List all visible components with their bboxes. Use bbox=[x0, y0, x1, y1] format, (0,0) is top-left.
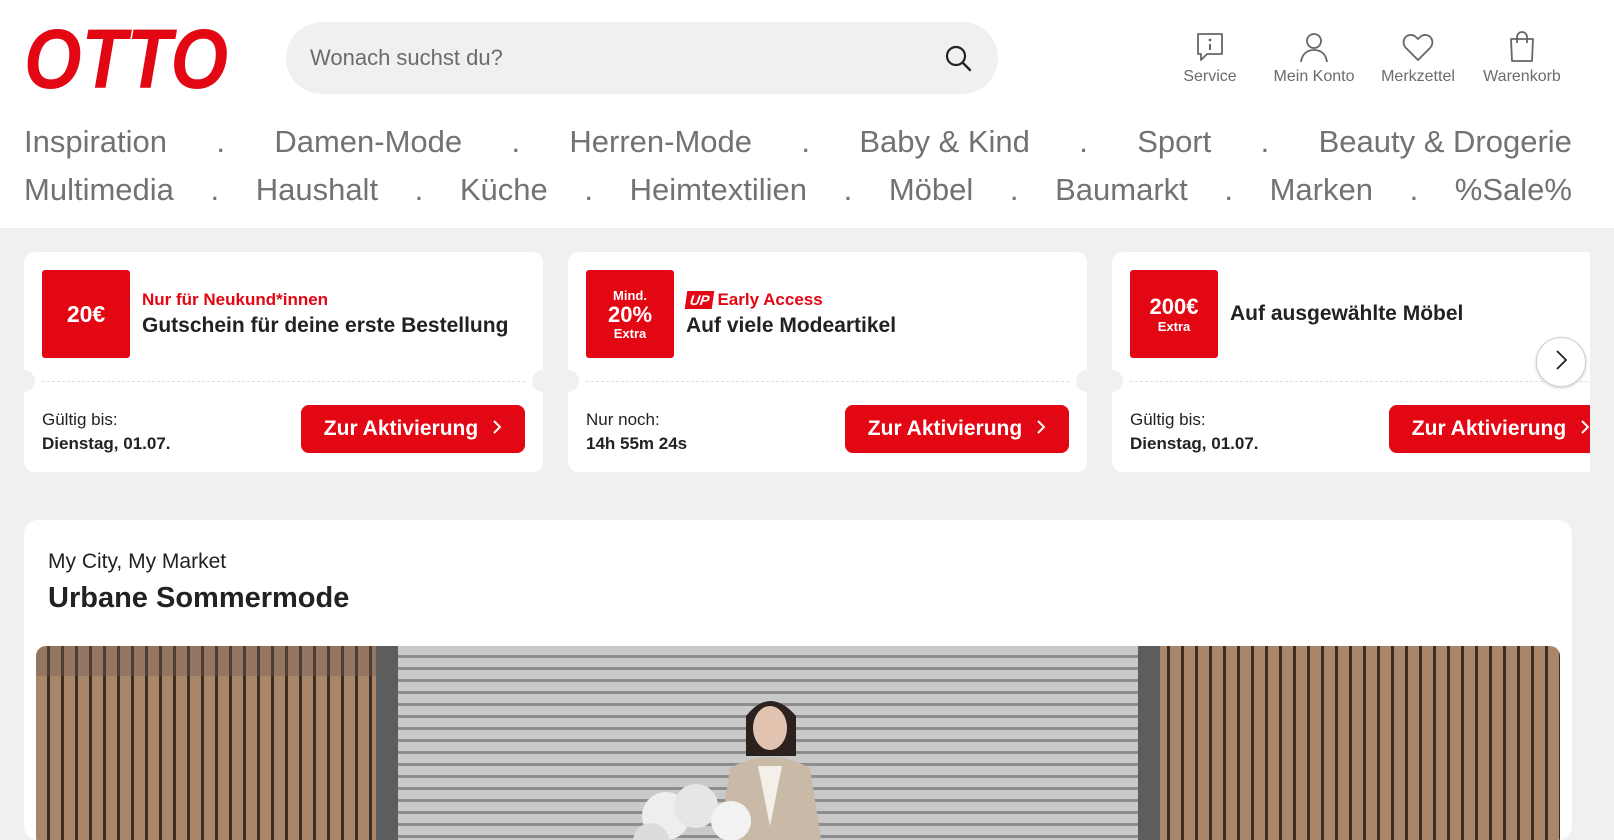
chevron-right-icon bbox=[1036, 417, 1046, 441]
coupon-notch bbox=[24, 370, 35, 392]
activate-coupon-button[interactable]: Zur Aktivierung bbox=[1389, 405, 1590, 453]
coupon-card-early-access: Mind. 20% Extra UP Early Access Auf viele… bbox=[557, 252, 1098, 472]
cart-button[interactable]: Warenkorb bbox=[1470, 30, 1574, 86]
coupon-divider bbox=[1130, 381, 1590, 382]
nav-separator: . bbox=[511, 124, 521, 159]
coupon-badge-value: 20% bbox=[607, 301, 653, 327]
nav-item-sport[interactable]: Sport bbox=[1137, 124, 1211, 160]
nav-separator: . bbox=[584, 172, 593, 207]
category-navigation: Inspiration . Damen-Mode . Herren-Mode .… bbox=[24, 118, 1572, 214]
otto-logo[interactable]: OTTO bbox=[22, 22, 234, 96]
search-input[interactable]: Wonach suchst du? bbox=[310, 45, 942, 71]
teaser-kicker: My City, My Market bbox=[48, 550, 227, 573]
account-label: Mein Konto bbox=[1273, 68, 1355, 85]
nav-separator: . bbox=[1224, 172, 1233, 207]
coupon-badge: 20€ bbox=[42, 270, 130, 358]
nav-item-kueche[interactable]: Küche bbox=[460, 172, 548, 208]
coupon-kicker-row: UP Early Access bbox=[684, 290, 823, 310]
nav-separator: . bbox=[1409, 172, 1419, 207]
coupon-kicker: Nur für Neukund*innen bbox=[142, 290, 329, 309]
coupon-card-neukunden: 20€ Nur für Neukund*innen Gutschein für … bbox=[24, 252, 554, 472]
user-icon bbox=[1297, 30, 1331, 64]
svg-text:OTTO: OTTO bbox=[24, 22, 228, 96]
nav-item-baumarkt[interactable]: Baumarkt bbox=[1055, 172, 1188, 208]
coupon-title: Auf viele Modeartikel bbox=[686, 314, 897, 337]
activate-coupon-button[interactable]: Zur Aktivierung bbox=[845, 405, 1069, 453]
nav-item-damen-mode[interactable]: Damen-Mode bbox=[274, 124, 462, 160]
activate-button-label: Zur Aktivierung bbox=[323, 417, 479, 440]
coupon-carousel: 20€ Nur für Neukund*innen Gutschein für … bbox=[24, 252, 1590, 472]
nav-item-herren-mode[interactable]: Herren-Mode bbox=[569, 124, 752, 160]
shopping-bag-icon bbox=[1505, 30, 1539, 64]
nav-item-inspiration[interactable]: Inspiration bbox=[24, 124, 167, 160]
coupon-badge: 200€ Extra bbox=[1130, 270, 1218, 358]
nav-separator: . bbox=[1009, 172, 1019, 207]
nav-item-sale[interactable]: %Sale% bbox=[1455, 172, 1572, 208]
coupon-notch bbox=[532, 370, 554, 392]
nav-item-haushalt[interactable]: Haushalt bbox=[256, 172, 378, 208]
coupon-divider bbox=[586, 381, 1069, 382]
activate-button-label: Zur Aktivierung bbox=[867, 417, 1023, 440]
heart-icon bbox=[1401, 30, 1435, 64]
site-header: OTTO Wonach suchst du? Service Mein Kont… bbox=[0, 0, 1614, 228]
coupon-valid-label: Gültig bis: bbox=[42, 410, 118, 429]
nav-row-1: Inspiration . Damen-Mode . Herren-Mode .… bbox=[24, 118, 1572, 166]
coupon-title: Gutschein für deine erste Bestellung bbox=[142, 314, 509, 337]
account-button[interactable]: Mein Konto bbox=[1262, 30, 1366, 86]
service-button[interactable]: Service bbox=[1158, 30, 1262, 86]
nav-item-heimtextilien[interactable]: Heimtextilien bbox=[630, 172, 807, 208]
teaser-card[interactable]: My City, My Market Urbane Sommermode bbox=[24, 520, 1572, 840]
teaser-image[interactable] bbox=[36, 646, 1560, 840]
coupon-notch bbox=[1076, 370, 1098, 392]
activate-coupon-button[interactable]: Zur Aktivierung bbox=[301, 405, 525, 453]
carousel-next-button[interactable] bbox=[1536, 337, 1586, 387]
coupon-badge-value: 200€ bbox=[1149, 293, 1199, 319]
nav-item-baby-kind[interactable]: Baby & Kind bbox=[859, 124, 1030, 160]
coupon-valid-label: Gültig bis: bbox=[1130, 410, 1206, 429]
wishlist-button[interactable]: Merkzettel bbox=[1366, 30, 1470, 86]
cart-label: Warenkorb bbox=[1483, 68, 1561, 85]
coupon-title: Auf ausgewählte Möbel bbox=[1230, 302, 1464, 325]
coupon-kicker: Early Access bbox=[717, 290, 823, 309]
nav-row-2: Multimedia . Haushalt . Küche . Heimtext… bbox=[24, 166, 1572, 214]
coupon-card-moebel: 200€ Extra Auf ausgewählte Möbel Gültig … bbox=[1101, 252, 1590, 472]
nav-separator: . bbox=[801, 124, 810, 159]
coupon-notch bbox=[1101, 370, 1123, 392]
service-info-icon bbox=[1193, 30, 1227, 64]
nav-separator: . bbox=[1079, 124, 1088, 159]
coupon-valid-value: Dienstag, 01.07. bbox=[42, 434, 171, 453]
nav-separator: . bbox=[216, 124, 225, 159]
coupon-badge: Mind. 20% Extra bbox=[586, 270, 674, 358]
coupon-badge-bottom: Extra bbox=[1157, 318, 1191, 334]
service-label: Service bbox=[1183, 68, 1237, 85]
teaser-headline: Urbane Sommermode bbox=[48, 582, 350, 614]
chevron-right-icon bbox=[492, 417, 502, 441]
coupon-countdown-label: Nur noch: bbox=[586, 410, 660, 429]
coupon-valid-value: Dienstag, 01.07. bbox=[1130, 434, 1259, 453]
nav-item-multimedia[interactable]: Multimedia bbox=[24, 172, 174, 208]
coupon-notch bbox=[557, 370, 579, 392]
otto-logo-graphic: OTTO bbox=[24, 22, 228, 96]
nav-separator: . bbox=[843, 172, 853, 207]
wishlist-label: Merkzettel bbox=[1381, 68, 1455, 85]
search-bar[interactable]: Wonach suchst du? bbox=[286, 22, 998, 94]
search-icon[interactable] bbox=[942, 42, 974, 74]
header-actions: Service Mein Konto Merkzettel Warenkorb bbox=[1158, 30, 1574, 86]
up-logo: UP bbox=[684, 291, 715, 309]
coupon-badge-value: 20€ bbox=[66, 300, 106, 327]
coupon-countdown-value: 14h 55m 24s bbox=[586, 434, 688, 453]
nav-item-beauty-drogerie[interactable]: Beauty & Drogerie bbox=[1319, 124, 1572, 160]
activate-button-label: Zur Aktivierung bbox=[1411, 417, 1567, 440]
nav-item-marken[interactable]: Marken bbox=[1270, 172, 1373, 208]
nav-separator: . bbox=[414, 172, 424, 207]
nav-item-moebel[interactable]: Möbel bbox=[889, 172, 973, 208]
nav-separator: . bbox=[1260, 124, 1270, 159]
nav-separator: . bbox=[210, 172, 220, 207]
coupon-badge-bottom: Extra bbox=[613, 325, 647, 341]
chevron-right-icon bbox=[1554, 348, 1568, 377]
coupon-badge-top: Mind. bbox=[613, 287, 647, 303]
coupon-divider bbox=[42, 381, 525, 382]
chevron-right-icon bbox=[1580, 417, 1590, 441]
